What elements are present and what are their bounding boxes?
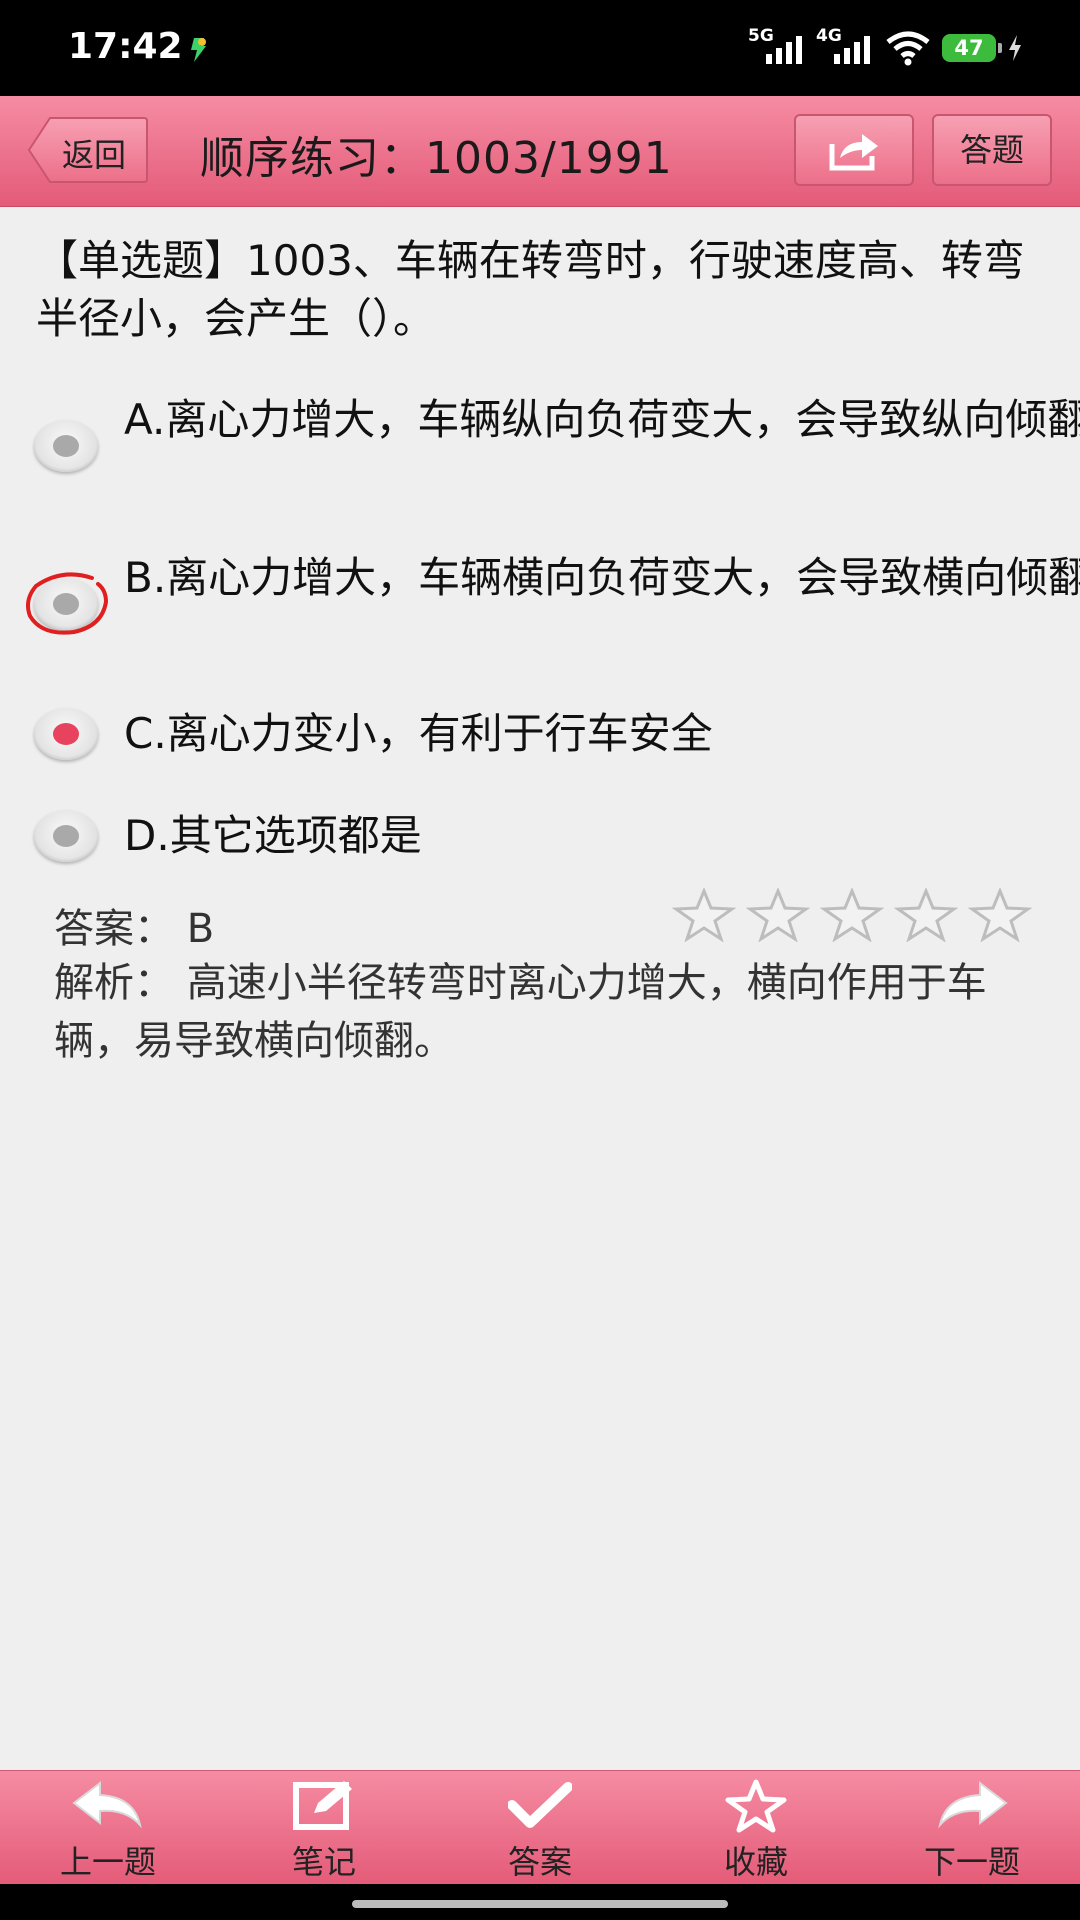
question-text: 【单选题】1003、车辆在转弯时，行驶速度高、转弯半径小，会产生（）。 — [36, 236, 1025, 343]
option-c[interactable]: C.离心力变小，有利于行车安全 — [30, 706, 1060, 766]
option-a[interactable]: A.离心力增大，车辆纵向负荷变大，会导致纵向倾翻 — [30, 392, 1080, 512]
star-outline-icon — [968, 888, 1032, 942]
option-d[interactable]: D.其它选项都是 — [30, 808, 1060, 868]
star-outline-icon — [672, 888, 736, 942]
bottom-toolbar: 上一题 笔记 答案 收藏 下一题 — [0, 1770, 1080, 1885]
back-label: 返回 — [62, 136, 127, 174]
status-time: 17:42 — [68, 26, 183, 67]
toolbar-label: 答案 — [507, 1843, 572, 1881]
page-title: 顺序练习：1003/1991 — [200, 133, 673, 184]
previous-question-button[interactable]: 上一题 — [28, 1771, 188, 1885]
share-button[interactable] — [794, 114, 914, 186]
share-icon — [829, 134, 878, 171]
signal-4g-icon: 4G — [816, 26, 874, 68]
radio-button-a[interactable] — [34, 420, 98, 472]
star-outline-icon — [820, 888, 884, 942]
option-a-label: A.离心力增大，车辆纵向负荷变大，会导致纵向倾翻 — [124, 395, 1080, 444]
status-bar: 17:42 5G 4G 47 — [0, 0, 1080, 96]
analysis-text: 解析： 高速小半径转弯时离心力增大，横向作用于车辆，易导致横向倾翻。 — [54, 960, 987, 1064]
app-notification-icon — [191, 38, 206, 62]
star-outline-icon — [894, 888, 958, 942]
battery-icon: 47 — [942, 34, 1002, 62]
notes-button[interactable]: 笔记 — [244, 1771, 404, 1885]
back-button[interactable]: 返回 — [28, 116, 148, 184]
correct-answer-mark-icon — [26, 572, 109, 635]
wifi-icon — [886, 31, 930, 66]
toolbar-label: 上一题 — [59, 1843, 156, 1881]
star-icon — [725, 1779, 787, 1833]
option-b-label: B.离心力增大，车辆横向负荷变大，会导致横向倾翻 — [124, 553, 1080, 602]
difficulty-rating — [672, 888, 1032, 942]
favorite-button[interactable]: 收藏 — [676, 1771, 836, 1885]
next-arrow-icon — [938, 1780, 1008, 1829]
radio-button-d[interactable] — [34, 810, 98, 862]
checkmark-icon — [508, 1782, 572, 1828]
signal-5g-icon: 5G — [748, 26, 806, 68]
system-nav-bar — [0, 1884, 1080, 1920]
answer-mode-button[interactable]: 答题 — [932, 114, 1052, 186]
option-d-label: D.其它选项都是 — [124, 811, 422, 860]
home-indicator[interactable] — [352, 1900, 728, 1908]
charging-icon — [1009, 35, 1021, 61]
star-outline-icon — [746, 888, 810, 942]
toolbar-label: 笔记 — [291, 1843, 356, 1881]
toolbar-label: 下一题 — [923, 1843, 1020, 1881]
option-b[interactable]: B.离心力增大，车辆横向负荷变大，会导致横向倾翻 — [30, 550, 1080, 670]
next-question-button[interactable]: 下一题 — [892, 1771, 1052, 1885]
top-app-bar: 返回 顺序练习：1003/1991 答题 — [0, 96, 1080, 207]
previous-arrow-icon — [72, 1780, 142, 1829]
option-c-label: C.离心力变小，有利于行车安全 — [124, 709, 713, 758]
toolbar-label: 收藏 — [723, 1843, 788, 1881]
show-answer-button[interactable]: 答案 — [460, 1771, 620, 1885]
answer-text: 答案： B — [54, 906, 215, 952]
note-edit-icon — [293, 1781, 352, 1830]
radio-button-c[interactable] — [34, 708, 98, 760]
